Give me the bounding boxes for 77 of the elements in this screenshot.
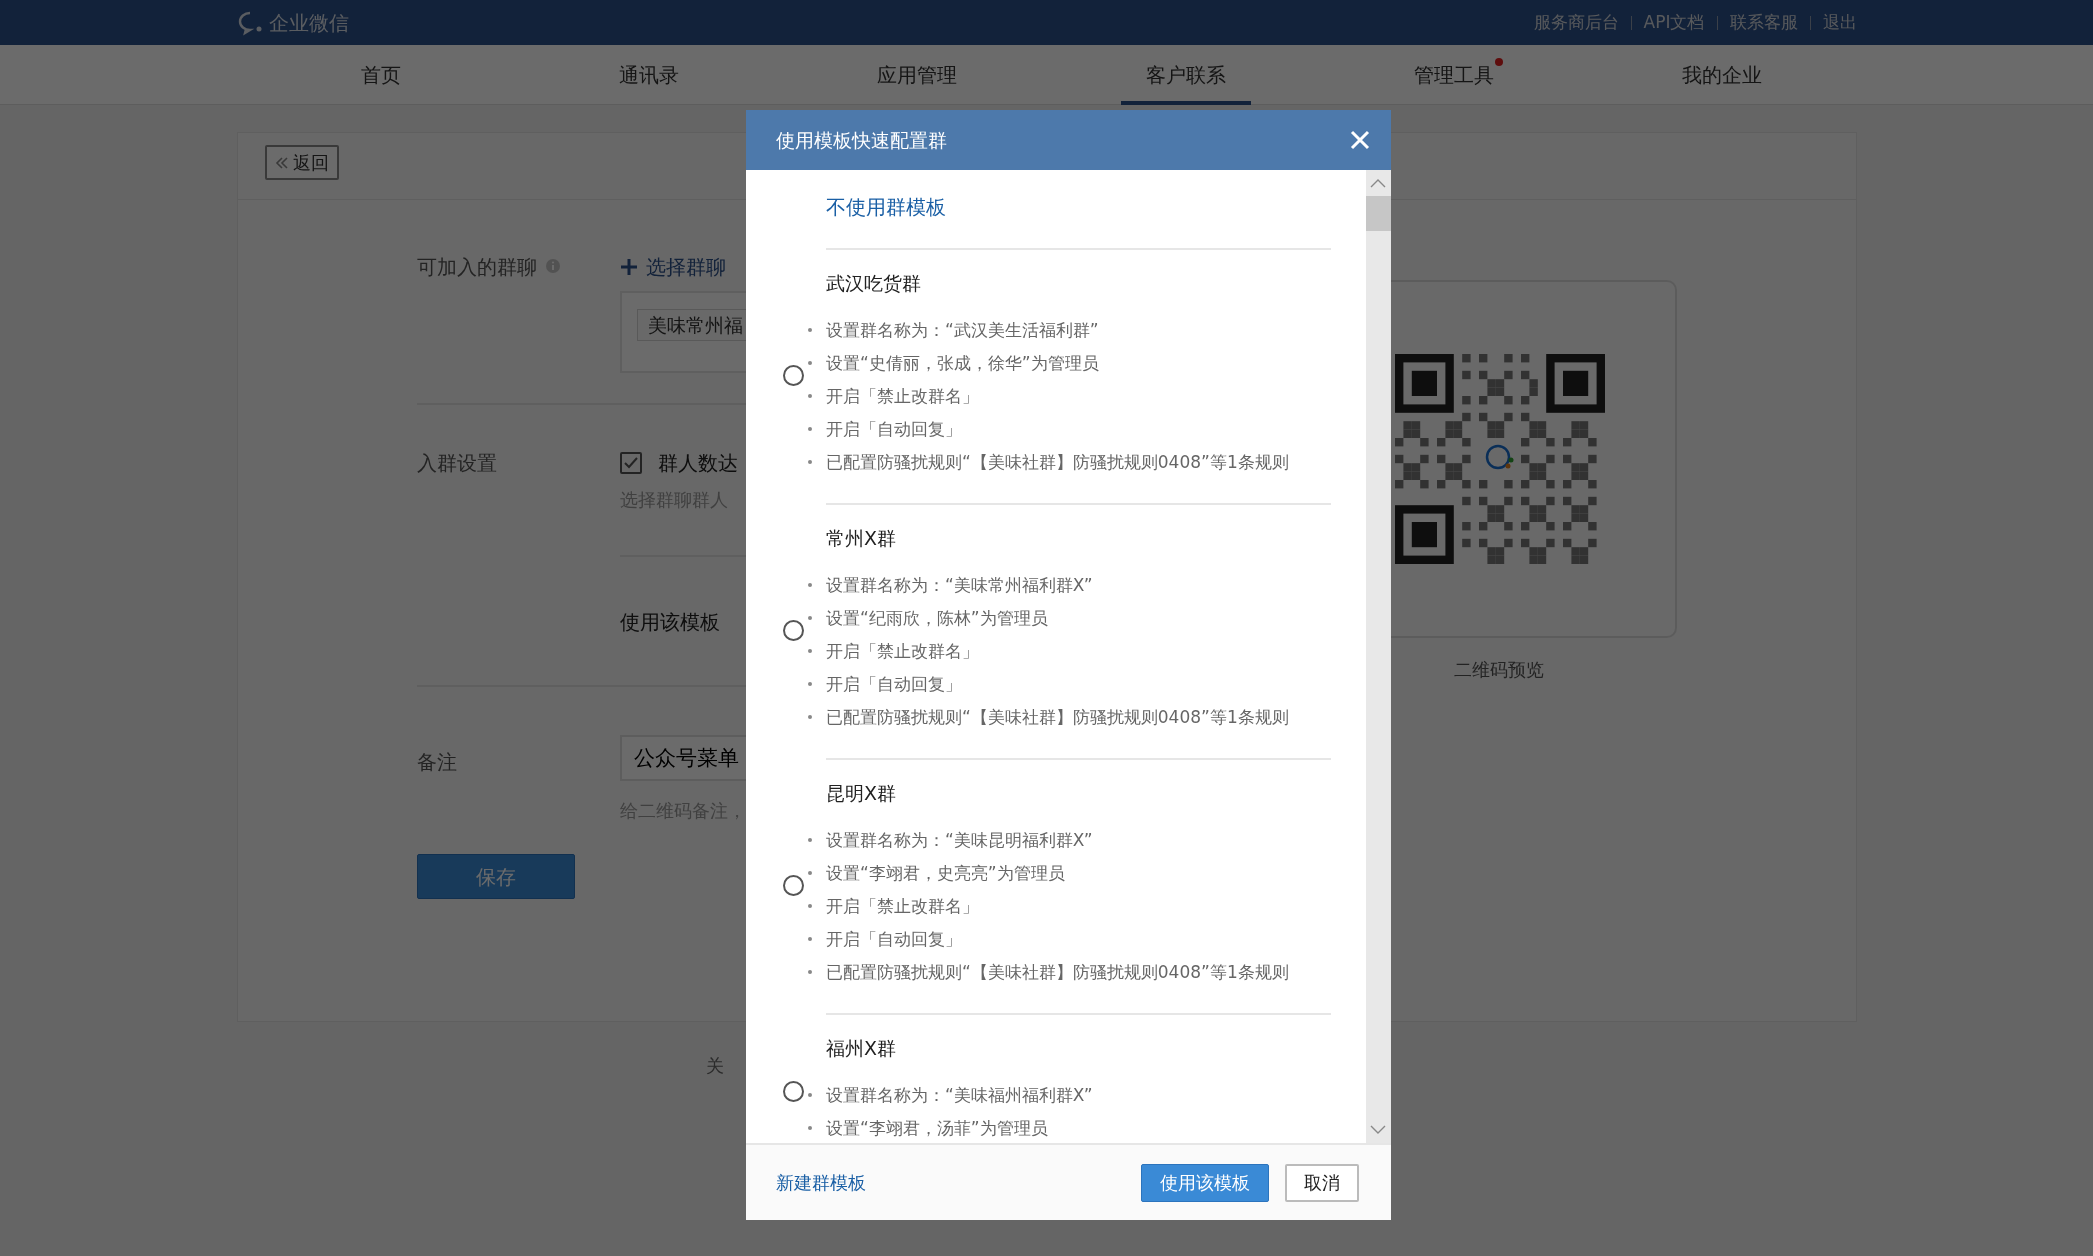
bullet-icon [808, 328, 812, 332]
bullet-icon [808, 361, 812, 365]
bullet-icon [808, 649, 812, 653]
bullet-icon [808, 937, 812, 941]
checkbox-label: 群人数达 [657, 450, 738, 477]
scroll-down-icon[interactable] [1370, 1125, 1386, 1135]
rule-text: 设置“史倩丽，张成，徐华”为管理员 [826, 351, 1099, 375]
template-name: 常州X群 [826, 527, 898, 549]
bullet-icon [808, 682, 812, 686]
scroll-thumb[interactable] [1366, 196, 1391, 231]
top-link[interactable]: 联系客服 [1729, 9, 1798, 36]
rule-text: 开启「禁止改群名」 [826, 894, 979, 918]
bullet-icon [808, 583, 812, 587]
plus-icon [619, 258, 638, 276]
template-name: 武汉吃货群 [826, 272, 922, 294]
add-chat-button[interactable]: 选择群聊 [619, 252, 726, 282]
rule-text: 已配置防骚扰规则“【美味社群】防骚扰规则0408”等1条规则 [826, 450, 1289, 474]
modal-title: 使用模板快速配置群 [776, 127, 947, 153]
bullet-icon [808, 427, 812, 431]
field-label: 备注 [416, 749, 458, 776]
new-template-link[interactable]: 新建群模板 [776, 1169, 866, 1196]
scroll-up-icon[interactable] [1370, 178, 1386, 188]
rule-text: 设置“纪雨欣，陈林”为管理员 [826, 606, 1048, 630]
info-icon [544, 258, 561, 274]
footer-text: 关 [705, 1055, 724, 1076]
bullet-icon [808, 715, 812, 719]
top-link[interactable]: API文档 [1643, 9, 1705, 36]
save-button[interactable]: 保存 [416, 854, 575, 899]
bullet-icon [808, 460, 812, 464]
scrollbar[interactable] [1366, 170, 1391, 1143]
rule-text: 设置“李翊君，史亮亮”为管理员 [826, 861, 1065, 885]
close-button[interactable] [1349, 129, 1371, 151]
rule-text: 设置群名称为：“武汉美生活福利群” [826, 318, 1099, 342]
bullet-icon [808, 1126, 812, 1130]
radio-button[interactable] [782, 1080, 804, 1102]
top-link[interactable]: 服务商后台 [1533, 9, 1619, 36]
checkbox[interactable] [619, 452, 642, 474]
template-name: 昆明X群 [826, 782, 898, 804]
qr-caption: 二维码预览 [1453, 658, 1545, 682]
bullet-icon [808, 394, 812, 398]
nav-tab[interactable]: 我的企业 [1588, 45, 1857, 105]
rule-text: 设置群名称为：“美味昆明福利群X” [826, 828, 1093, 852]
field-label: 入群设置 [416, 450, 498, 477]
double-chevron-icon [274, 155, 289, 170]
checkmark-icon [623, 457, 638, 469]
template-label: 使用该模板 [619, 610, 720, 634]
rule-text: 开启「自动回复」 [826, 927, 962, 951]
radio-button[interactable] [782, 875, 804, 896]
nav-tab[interactable]: 首页 [246, 45, 515, 105]
radio-button[interactable] [782, 365, 804, 386]
cancel-button[interactable]: 取消 [1285, 1163, 1359, 1202]
rule-text: 设置群名称为：“美味福州福利群X” [826, 1083, 1093, 1107]
rule-text: 已配置防骚扰规则“【美味社群】防骚扰规则0408”等1条规则 [826, 705, 1289, 729]
rule-text: 开启「自动回复」 [826, 417, 962, 441]
bullet-icon [808, 838, 812, 842]
rule-text: 设置“李翊君，汤菲”为管理员 [826, 1116, 1048, 1140]
logo-text: 企业微信 [268, 9, 349, 37]
bullet-icon [808, 970, 812, 974]
bullet-icon [808, 904, 812, 908]
nav-tab[interactable]: 应用管理 [783, 45, 1052, 105]
bullet-icon [808, 871, 812, 875]
template-name: 福州X群 [826, 1037, 898, 1059]
bullet-icon [808, 616, 812, 620]
back-button[interactable]: 返回 [264, 145, 339, 180]
field-label: 可加入的群聊 [416, 254, 537, 281]
use-template-button[interactable]: 使用该模板 [1141, 1163, 1269, 1202]
rule-text: 开启「自动回复」 [826, 672, 962, 696]
rule-text: 开启「禁止改群名」 [826, 384, 979, 408]
radio-button[interactable] [782, 620, 804, 641]
no-template-option[interactable]: 不使用群模板 [826, 192, 946, 222]
rule-text: 已配置防骚扰规则“【美味社群】防骚扰规则0408”等1条规则 [826, 960, 1289, 984]
rule-text: 开启「禁止改群名」 [826, 639, 979, 663]
rule-text: 设置群名称为：“美味常州福利群X” [826, 573, 1093, 597]
top-link[interactable]: 退出 [1822, 9, 1857, 36]
nav-tab[interactable]: 管理工具 [1319, 45, 1589, 105]
bullet-icon [808, 1093, 812, 1097]
nav-tab[interactable]: 通讯录 [514, 45, 784, 105]
